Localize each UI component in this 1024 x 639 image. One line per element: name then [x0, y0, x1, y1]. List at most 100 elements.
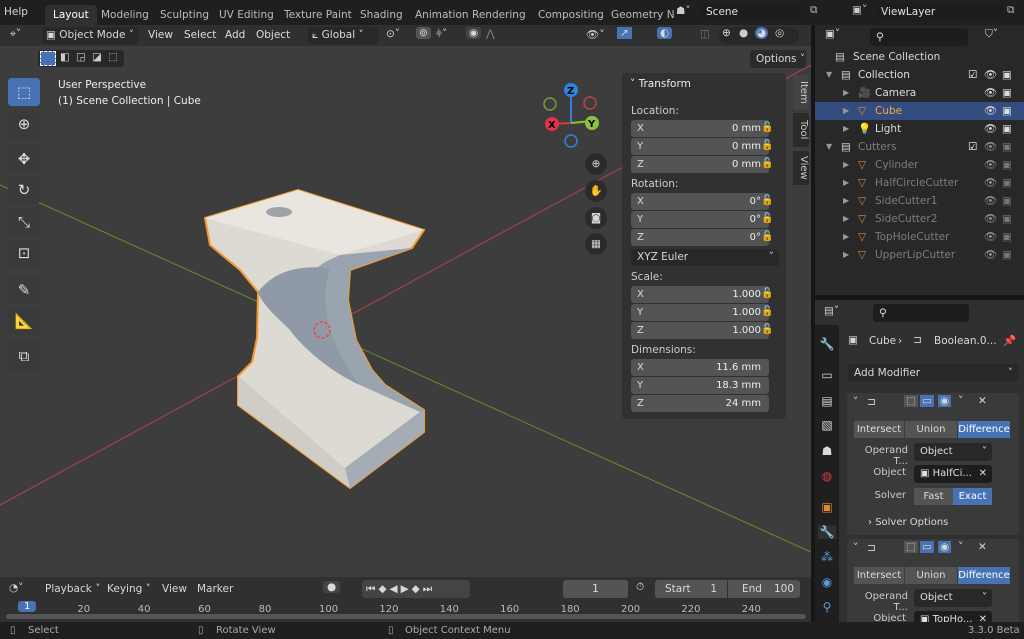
tab-workspace[interactable]: Layout: [45, 5, 97, 25]
tab-workspace[interactable]: UV Editing: [211, 5, 282, 25]
tab-workspace[interactable]: Rendering: [464, 5, 534, 25]
op-union-button[interactable]: Union: [905, 567, 957, 584]
render-camera-icon[interactable]: ▣: [1002, 210, 1012, 228]
filter-icon[interactable]: ⛉˅: [985, 28, 998, 41]
pivot-icon[interactable]: ⊙˅: [386, 28, 400, 40]
tab-workspace[interactable]: Shading: [352, 5, 411, 25]
expand-icon[interactable]: ▼: [826, 138, 832, 156]
scene-tab-icon[interactable]: ☗: [818, 444, 836, 458]
menu-select[interactable]: Select: [184, 29, 216, 41]
snap-icon[interactable]: ⊚: [416, 27, 431, 39]
transform-tool[interactable]: ⊡: [8, 239, 40, 267]
render-camera-icon[interactable]: ▣: [1002, 138, 1012, 156]
outliner-item-halfcirclecutter[interactable]: ▶ ▽ HalfCircleCutter 👁 ▣: [815, 174, 1024, 192]
expand-icon[interactable]: ▶: [843, 228, 849, 246]
end-frame-field[interactable]: End 100: [728, 580, 800, 598]
dimensions-y-field[interactable]: Y 18.3 mm: [631, 377, 769, 394]
remove-modifier-icon[interactable]: ✕: [978, 541, 987, 553]
remove-modifier-icon[interactable]: ✕: [978, 395, 987, 407]
collapse-icon[interactable]: ˅: [853, 542, 858, 554]
solver-options-toggle[interactable]: › Solver Options: [868, 517, 948, 528]
outliner-search[interactable]: ⚲: [870, 28, 968, 46]
move-tool[interactable]: ✥: [8, 145, 40, 173]
camera-view-icon[interactable]: ◙: [585, 207, 607, 229]
menu-keying[interactable]: Keying ˅: [107, 583, 151, 595]
world-tab-icon[interactable]: ◍: [818, 469, 836, 483]
snap-target-icon[interactable]: ⫩˅: [436, 28, 447, 41]
eye-icon[interactable]: 👁: [984, 102, 997, 120]
eye-icon[interactable]: 👁: [984, 174, 997, 192]
eye-icon[interactable]: 👁: [984, 66, 997, 84]
render-camera-icon[interactable]: ▣: [1002, 102, 1012, 120]
render-camera-icon[interactable]: ▣: [1002, 174, 1012, 192]
properties-editor-type-icon[interactable]: ▤˅: [824, 305, 839, 317]
cursor-tool[interactable]: ⊕: [8, 110, 40, 138]
lock-icon[interactable]: 🔓: [761, 122, 773, 133]
properties-search[interactable]: ⚲: [873, 304, 969, 322]
location-y-field[interactable]: Y 0 mm: [631, 138, 769, 155]
checkbox-icon[interactable]: ☑: [968, 138, 977, 156]
operand-type-dropdown[interactable]: Object ˅: [914, 443, 992, 461]
tab-workspace[interactable]: Texture Paint: [276, 5, 360, 25]
zoom-view-icon[interactable]: ⊕: [585, 153, 607, 175]
eye-icon[interactable]: 👁: [984, 192, 997, 210]
annotate-tool[interactable]: ✎: [8, 276, 40, 304]
add-cube-tool[interactable]: ⧉: [8, 342, 40, 370]
render-camera-icon[interactable]: ▣: [1002, 228, 1012, 246]
auto-key-icon[interactable]: ●: [323, 581, 341, 593]
checkbox-icon[interactable]: ☑: [968, 66, 977, 84]
playhead[interactable]: 1: [18, 601, 37, 612]
add-modifier-dropdown[interactable]: Add Modifier ˅: [848, 364, 1018, 382]
modifier-tab-icon[interactable]: 🔧: [818, 525, 836, 539]
visibility-icon[interactable]: 👁˅: [586, 28, 605, 41]
measure-tool[interactable]: 📐: [8, 307, 40, 335]
material-shading-icon[interactable]: ◕: [755, 27, 769, 39]
outliner-item-topholecutter[interactable]: ▶ ▽ TopHoleCutter 👁 ▣: [815, 228, 1024, 246]
menu-marker[interactable]: Marker: [197, 583, 233, 595]
expand-icon[interactable]: ▶: [843, 192, 849, 210]
menu-timeline-view[interactable]: View: [162, 583, 187, 595]
expand-icon[interactable]: ▶: [843, 174, 849, 192]
rotation-mode-dropdown[interactable]: XYZ Euler ˅: [631, 249, 779, 266]
rotation-x-field[interactable]: X 0°: [631, 193, 769, 210]
outliner-item-sidecutter2[interactable]: ▶ ▽ SideCutter2 👁 ▣: [815, 210, 1024, 228]
dimensions-x-field[interactable]: X 11.6 mm: [631, 359, 769, 376]
tab-workspace[interactable]: Sculpting: [152, 5, 217, 25]
viewport-toggle-icon[interactable]: ▭: [920, 541, 934, 553]
expand-icon[interactable]: ▶: [843, 120, 849, 138]
new-scene-icon[interactable]: ⧉: [810, 4, 818, 17]
transform-header[interactable]: ˅ Transform: [630, 78, 691, 90]
edit-mode-toggle-icon[interactable]: ⬚: [904, 395, 918, 407]
new-view-layer-icon[interactable]: ⧉: [1007, 4, 1015, 17]
tab-view[interactable]: View: [793, 151, 809, 185]
object-tab-icon[interactable]: ▣: [818, 500, 836, 514]
op-intersect-button[interactable]: Intersect: [854, 421, 904, 438]
lock-icon[interactable]: 🔓: [761, 288, 773, 299]
physics-tab-icon[interactable]: ◉: [818, 575, 836, 589]
expand-icon[interactable]: ▶: [843, 84, 849, 102]
outliner-display-mode-icon[interactable]: ▣˅: [825, 28, 840, 40]
outliner-item-cube[interactable]: ▶ ▽ Cube 👁 ▣: [815, 102, 1024, 120]
playback-controls[interactable]: ⏮◆◀▶◆⏭: [362, 580, 470, 598]
render-camera-icon[interactable]: ▣: [1002, 66, 1012, 84]
outliner-item-cutters[interactable]: ▼ ▤ Cutters ☑ 👁 ▣: [815, 138, 1024, 156]
proportional-edit-icon[interactable]: ◉: [466, 27, 482, 39]
outliner-scene-collection[interactable]: ▤ Scene Collection: [815, 48, 1024, 66]
stopwatch-icon[interactable]: ⏱: [636, 581, 644, 594]
tool-tab-icon[interactable]: 🔧: [818, 337, 836, 351]
tab-workspace[interactable]: Modeling: [93, 5, 157, 25]
view-layer-tab-icon[interactable]: ▧: [818, 418, 836, 432]
outliner-item-cylinder[interactable]: ▶ ▽ Cylinder 👁 ▣: [815, 156, 1024, 174]
scale-z-field[interactable]: Z 1.000: [631, 322, 769, 339]
start-frame-field[interactable]: Start 1: [655, 580, 727, 598]
render-camera-icon[interactable]: ▣: [1002, 192, 1012, 210]
particles-tab-icon[interactable]: ⁂: [818, 550, 836, 564]
outliner-item-collection[interactable]: ▼ ▤ Collection ☑ 👁 ▣: [815, 66, 1024, 84]
tab-item[interactable]: Item: [793, 75, 809, 109]
eye-icon[interactable]: 👁: [984, 246, 997, 264]
rotation-z-field[interactable]: Z 0°: [631, 229, 769, 246]
outliner-item-camera[interactable]: ▶ 🎥 Camera 👁 ▣: [815, 84, 1024, 102]
expand-icon[interactable]: ▶: [843, 246, 849, 264]
pan-view-icon[interactable]: ✋: [585, 180, 607, 202]
navigation-gizmo[interactable]: Z Y X: [540, 80, 602, 150]
